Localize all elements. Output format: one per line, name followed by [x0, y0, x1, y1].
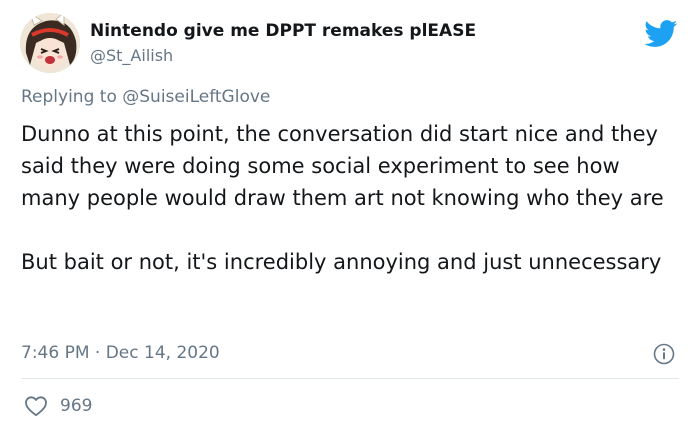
divider — [21, 378, 679, 379]
like-count: 969 — [60, 396, 93, 416]
display-name[interactable]: Nintendo give me DPPT remakes plEASE — [90, 21, 476, 41]
info-icon[interactable] — [653, 343, 675, 365]
twitter-bird-icon[interactable] — [644, 20, 678, 48]
tweet-paragraph-1: Dunno at this point, the conversation di… — [21, 122, 664, 210]
avatar[interactable] — [20, 13, 80, 73]
tweet-timestamp[interactable]: 7:46 PM · Dec 14, 2020 — [21, 343, 220, 363]
tweet-paragraph-2: But bait or not, it's incredibly annoyin… — [21, 250, 662, 274]
reply-context: Replying to @SuiseiLeftGlove — [21, 87, 270, 107]
tweet-body: Dunno at this point, the conversation di… — [21, 118, 681, 278]
avatar-image — [20, 13, 80, 73]
reply-mention[interactable]: @SuiseiLeftGlove — [122, 87, 270, 107]
user-handle[interactable]: @St_Ailish — [90, 46, 173, 65]
like-action[interactable]: 969 — [24, 394, 92, 418]
reply-prefix: Replying to — [21, 87, 123, 107]
tweet-card: Nintendo give me DPPT remakes plEASE @St… — [0, 0, 700, 433]
heart-icon[interactable] — [24, 395, 48, 417]
